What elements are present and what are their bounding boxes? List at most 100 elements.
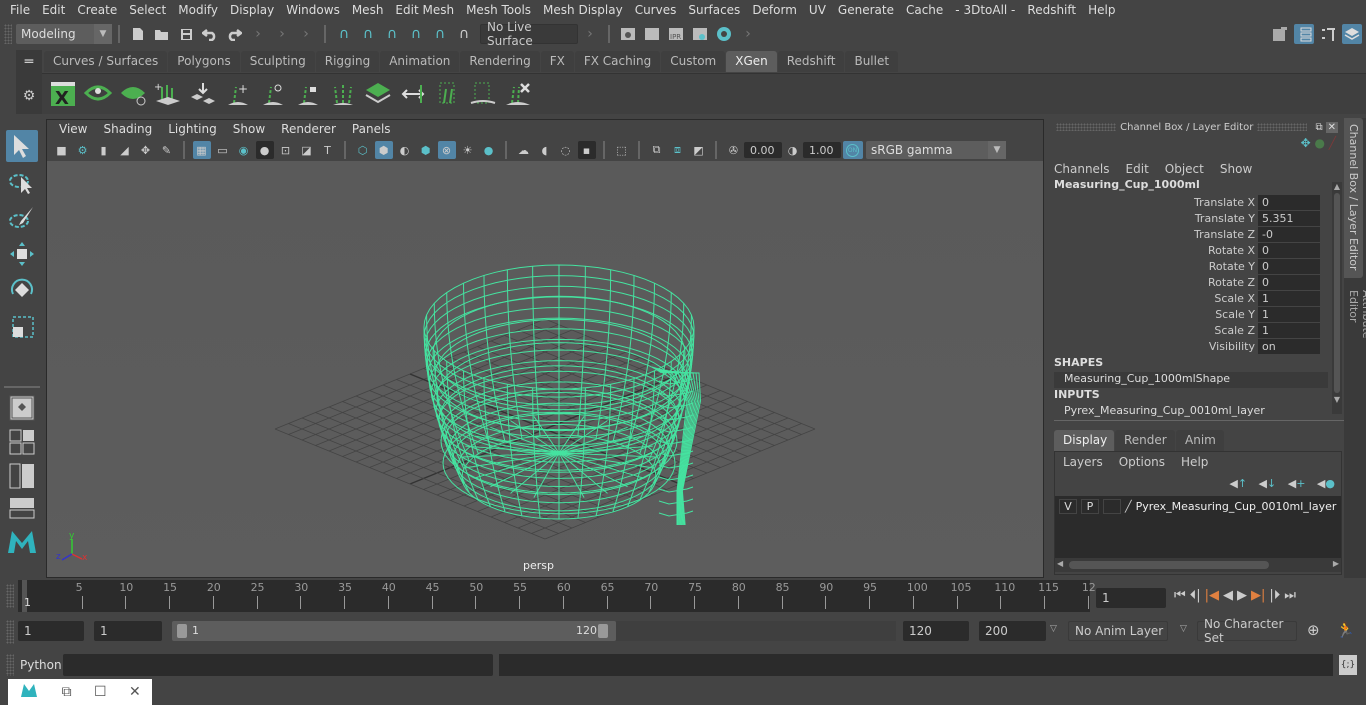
anti-aliasing-icon[interactable]: ◌ bbox=[557, 141, 575, 159]
menu-file[interactable]: File bbox=[4, 3, 36, 17]
shelf-menu-icon[interactable]: ═ bbox=[16, 54, 42, 70]
snap-live-icon[interactable]: ∩ bbox=[430, 24, 450, 44]
shelf-tab-rendering[interactable]: Rendering bbox=[460, 51, 540, 72]
channel-row[interactable]: Visibility on bbox=[1046, 338, 1344, 354]
field-chart-icon[interactable]: ⊡ bbox=[277, 141, 295, 159]
menu-3dtoall[interactable]: - 3DtoAll - bbox=[949, 3, 1021, 17]
collapse-arrow-icon[interactable]: › bbox=[248, 24, 268, 44]
scale-tool-icon[interactable] bbox=[6, 310, 38, 342]
safe-action-icon[interactable]: ◪ bbox=[298, 141, 316, 159]
undo-icon[interactable] bbox=[200, 24, 220, 44]
snap-grid-icon[interactable]: ∩ bbox=[334, 24, 354, 44]
add-guide-icon[interactable]: + bbox=[223, 79, 253, 109]
anim-layer-chevron-icon[interactable]: ▽ bbox=[1050, 624, 1057, 634]
wireframe-icon[interactable]: ⬡ bbox=[354, 141, 372, 159]
lasso-tool-icon[interactable] bbox=[6, 166, 38, 198]
restore-window-icon[interactable]: ⧉ bbox=[62, 684, 72, 700]
depth-of-field-icon[interactable]: ▪ bbox=[577, 141, 596, 159]
create-description-icon[interactable]: + bbox=[153, 79, 183, 109]
xgen-editor-icon[interactable]: X bbox=[48, 79, 78, 109]
move-layer-down-icon[interactable]: ◀↓ bbox=[1259, 477, 1277, 490]
transfer-guides-icon[interactable] bbox=[398, 79, 428, 109]
lock-guide-icon[interactable] bbox=[293, 79, 323, 109]
lights-icon[interactable]: ☀ bbox=[459, 141, 477, 159]
channel-label[interactable]: Rotate Z bbox=[1046, 276, 1258, 289]
manipulator-icon[interactable]: ✥ bbox=[1301, 136, 1311, 150]
layer-menu-help[interactable]: Help bbox=[1181, 455, 1208, 469]
menu-select[interactable]: Select bbox=[123, 3, 172, 17]
save-scene-icon[interactable] bbox=[176, 24, 196, 44]
viewport-menu-renderer[interactable]: Renderer bbox=[273, 122, 344, 136]
viewport-menu-show[interactable]: Show bbox=[225, 122, 273, 136]
new-layer-from-selected-icon[interactable]: ◀● bbox=[1317, 477, 1335, 490]
scroll-down-icon[interactable]: ▼ bbox=[1332, 395, 1342, 404]
menu-display[interactable]: Display bbox=[224, 3, 280, 17]
isolate-select-icon[interactable]: ⬚ bbox=[613, 141, 631, 159]
channel-label[interactable]: Scale Y bbox=[1046, 308, 1258, 321]
export-guides-icon[interactable] bbox=[433, 79, 463, 109]
channel-label[interactable]: Translate Z bbox=[1046, 228, 1258, 241]
default-material-icon[interactable]: ◐ bbox=[396, 141, 414, 159]
auto-key-icon[interactable]: ⊕ bbox=[1307, 621, 1320, 639]
channel-value-field[interactable]: 1 bbox=[1258, 290, 1320, 306]
xray-icon[interactable]: ⧉ bbox=[648, 141, 666, 159]
script-language-label[interactable]: Python bbox=[20, 658, 62, 672]
gamma-field[interactable]: 1.00 bbox=[803, 142, 841, 158]
resolution-gate-icon[interactable]: ◉ bbox=[235, 141, 253, 159]
maximize-window-icon[interactable]: ☐ bbox=[94, 684, 107, 700]
step-forward-key-icon[interactable]: ▶| bbox=[1251, 588, 1265, 603]
channel-value-field[interactable]: 0 bbox=[1258, 242, 1320, 258]
layer-tab-display[interactable]: Display bbox=[1054, 430, 1114, 451]
tool-settings-icon[interactable] bbox=[1318, 24, 1338, 44]
layer-color-swatch[interactable]: ╱ bbox=[1125, 500, 1132, 513]
current-frame-field[interactable]: 1 bbox=[1096, 588, 1166, 608]
step-back-frame-icon[interactable]: ⏴| bbox=[1190, 588, 1201, 603]
time-slider[interactable]: 1 5 10 15 20 25 30 35 40 45 50 55 60 65 70 75 80 85 90 95 1… bbox=[18, 580, 1096, 612]
go-to-end-icon[interactable]: ⏭ bbox=[1284, 588, 1296, 603]
camera-attributes-icon[interactable]: ⚙ bbox=[74, 141, 92, 159]
place-guides-icon[interactable] bbox=[188, 79, 218, 109]
scroll-left-icon[interactable]: ◀ bbox=[1057, 559, 1063, 568]
shelf-tab-redshift[interactable]: Redshift bbox=[777, 51, 845, 72]
channel-row[interactable]: Translate Z -0 bbox=[1046, 226, 1344, 242]
move-layer-up-icon[interactable]: ◀↑ bbox=[1229, 477, 1247, 490]
menu-mesh-tools[interactable]: Mesh Tools bbox=[460, 3, 537, 17]
channel-value-field[interactable]: on bbox=[1258, 338, 1320, 354]
layer-display-type-toggle[interactable] bbox=[1103, 498, 1121, 514]
shelf-tab-xgen[interactable]: XGen bbox=[726, 51, 777, 72]
color-management-toggle[interactable]: ON bbox=[842, 141, 863, 159]
sync-icon[interactable]: ● bbox=[1314, 136, 1324, 150]
animation-preferences-icon[interactable]: 🏃 bbox=[1336, 621, 1355, 639]
move-tool-icon[interactable] bbox=[6, 238, 38, 270]
grip-handle[interactable] bbox=[4, 24, 12, 44]
channel-label[interactable]: Translate Y bbox=[1046, 212, 1258, 225]
menu-uv[interactable]: UV bbox=[803, 3, 832, 17]
close-window-icon[interactable]: ✕ bbox=[129, 684, 141, 700]
open-scene-icon[interactable] bbox=[152, 24, 172, 44]
channel-row[interactable]: Rotate X0 bbox=[1046, 242, 1344, 258]
cb-menu-channels[interactable]: Channels bbox=[1054, 162, 1110, 176]
scroll-thumb[interactable] bbox=[1334, 193, 1340, 393]
delete-guides-icon[interactable] bbox=[503, 79, 533, 109]
collapse-arrow-icon[interactable]: › bbox=[738, 24, 758, 44]
object-name[interactable]: Measuring_Cup_1000ml bbox=[1046, 178, 1344, 194]
character-set-chevron-icon[interactable]: ▽ bbox=[1180, 624, 1187, 634]
step-forward-frame-icon[interactable]: |⏵ bbox=[1269, 588, 1280, 603]
safe-title-icon[interactable]: T bbox=[319, 141, 337, 159]
channel-value-field[interactable]: 1 bbox=[1258, 306, 1320, 322]
layer-playback-toggle[interactable]: P bbox=[1081, 498, 1099, 514]
channel-label[interactable]: Scale X bbox=[1046, 292, 1258, 305]
channel-label[interactable]: Translate X bbox=[1046, 196, 1258, 209]
channel-value-field[interactable]: 1 bbox=[1258, 322, 1320, 338]
2d-pan-zoom-icon[interactable]: ✥ bbox=[137, 141, 155, 159]
redo-icon[interactable] bbox=[224, 24, 244, 44]
motion-blur-icon[interactable]: ◖ bbox=[536, 141, 554, 159]
channel-value-field[interactable]: -0 bbox=[1258, 226, 1320, 242]
bookmark-icon[interactable]: ▮ bbox=[95, 141, 113, 159]
rotate-tool-icon[interactable] bbox=[6, 274, 38, 306]
viewport-menu-shading[interactable]: Shading bbox=[95, 122, 160, 136]
viewport-menu-panels[interactable]: Panels bbox=[344, 122, 399, 136]
channel-value-field[interactable]: 0 bbox=[1258, 194, 1320, 210]
preview-guides-icon[interactable] bbox=[468, 79, 498, 109]
snap-view-plane-icon[interactable]: ∩ bbox=[406, 24, 426, 44]
